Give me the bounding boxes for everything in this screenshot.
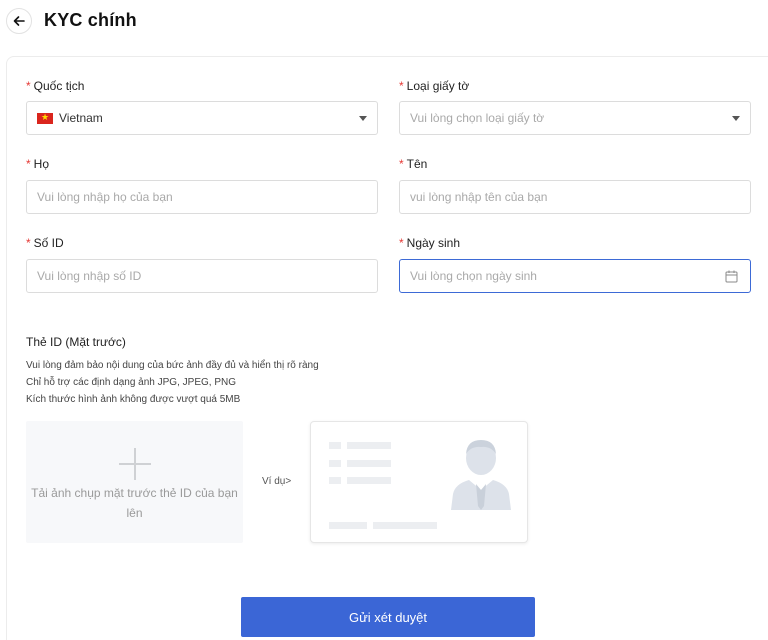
last-name-input[interactable]: Vui lòng nhập họ của bạn bbox=[26, 180, 378, 214]
submit-button[interactable]: Gửi xét duyệt bbox=[241, 597, 535, 637]
example-id-card-image bbox=[310, 421, 528, 543]
id-front-title: Thẻ ID (Mặt trước) bbox=[26, 335, 126, 349]
nationality-label-text: Quốc tịch bbox=[33, 79, 85, 93]
arrow-left-icon bbox=[13, 16, 25, 26]
doc-type-placeholder: Vui lòng chọn loại giấy tờ bbox=[410, 111, 545, 125]
doc-type-select[interactable]: Vui lòng chọn loại giấy tờ bbox=[399, 101, 751, 135]
required-mark: * bbox=[26, 236, 31, 250]
birth-date-placeholder: Vui lòng chọn ngày sinh bbox=[410, 269, 537, 283]
placeholder-bar bbox=[347, 460, 391, 467]
id-number-input[interactable]: Vui lòng nhập số ID bbox=[26, 259, 378, 293]
doc-type-label-text: Loại giấy tờ bbox=[406, 79, 470, 93]
caret-down-icon bbox=[732, 116, 740, 121]
upload-hint: Vui lòng đảm bảo nội dung của bức ảnh đầ… bbox=[26, 360, 319, 371]
id-number-label: * Số ID bbox=[26, 236, 64, 250]
id-card-avatar-icon bbox=[451, 440, 511, 510]
placeholder-bar bbox=[329, 442, 341, 449]
nationality-value: Vietnam bbox=[59, 111, 103, 125]
page-title: KYC chính bbox=[44, 10, 137, 30]
calendar-icon bbox=[725, 270, 738, 283]
nationality-label: * Quốc tịch bbox=[26, 79, 84, 93]
placeholder-bar bbox=[347, 442, 391, 449]
doc-type-label: * Loại giấy tờ bbox=[399, 79, 469, 93]
required-mark: * bbox=[399, 79, 404, 93]
birth-date-label-text: Ngày sinh bbox=[406, 236, 461, 250]
id-front-upload-area[interactable]: Tải ảnh chụp mặt trước thẻ ID của bạn lê… bbox=[26, 421, 243, 543]
plus-icon bbox=[119, 448, 151, 480]
last-name-placeholder: Vui lòng nhập họ của bạn bbox=[37, 190, 173, 204]
example-link[interactable]: Ví dụ> bbox=[262, 476, 291, 487]
last-name-label: * Họ bbox=[26, 157, 49, 171]
first-name-label-text: Tên bbox=[406, 157, 428, 171]
first-name-input[interactable]: vui lòng nhập tên của bạn bbox=[399, 180, 751, 214]
upload-hint: Chỉ hỗ trợ các định dạng ảnh JPG, JPEG, … bbox=[26, 377, 236, 388]
placeholder-bar bbox=[329, 522, 367, 529]
first-name-placeholder: vui lòng nhập tên của bạn bbox=[410, 190, 548, 204]
birth-date-label: * Ngày sinh bbox=[399, 236, 460, 250]
required-mark: * bbox=[399, 236, 404, 250]
vietnam-flag-icon bbox=[37, 110, 53, 124]
back-button[interactable] bbox=[6, 8, 32, 34]
placeholder-bar bbox=[329, 477, 341, 484]
page-header: KYC chính bbox=[0, 0, 768, 44]
last-name-label-text: Họ bbox=[33, 157, 50, 171]
upload-instruction: Tải ảnh chụp mặt trước thẻ ID của bạn lê… bbox=[31, 486, 238, 520]
required-mark: * bbox=[26, 79, 31, 93]
id-number-label-text: Số ID bbox=[33, 236, 64, 250]
placeholder-bar bbox=[329, 460, 341, 467]
caret-down-icon bbox=[359, 116, 367, 121]
required-mark: * bbox=[26, 157, 31, 171]
nationality-select[interactable]: Vietnam bbox=[26, 101, 378, 135]
required-mark: * bbox=[399, 157, 404, 171]
upload-hint: Kích thước hình ảnh không được vượt quá … bbox=[26, 394, 241, 405]
first-name-label: * Tên bbox=[399, 157, 427, 171]
placeholder-bar bbox=[347, 477, 391, 484]
id-number-placeholder: Vui lòng nhập số ID bbox=[37, 269, 142, 283]
placeholder-bar bbox=[373, 522, 437, 529]
birth-date-picker[interactable]: Vui lòng chọn ngày sinh bbox=[399, 259, 751, 293]
